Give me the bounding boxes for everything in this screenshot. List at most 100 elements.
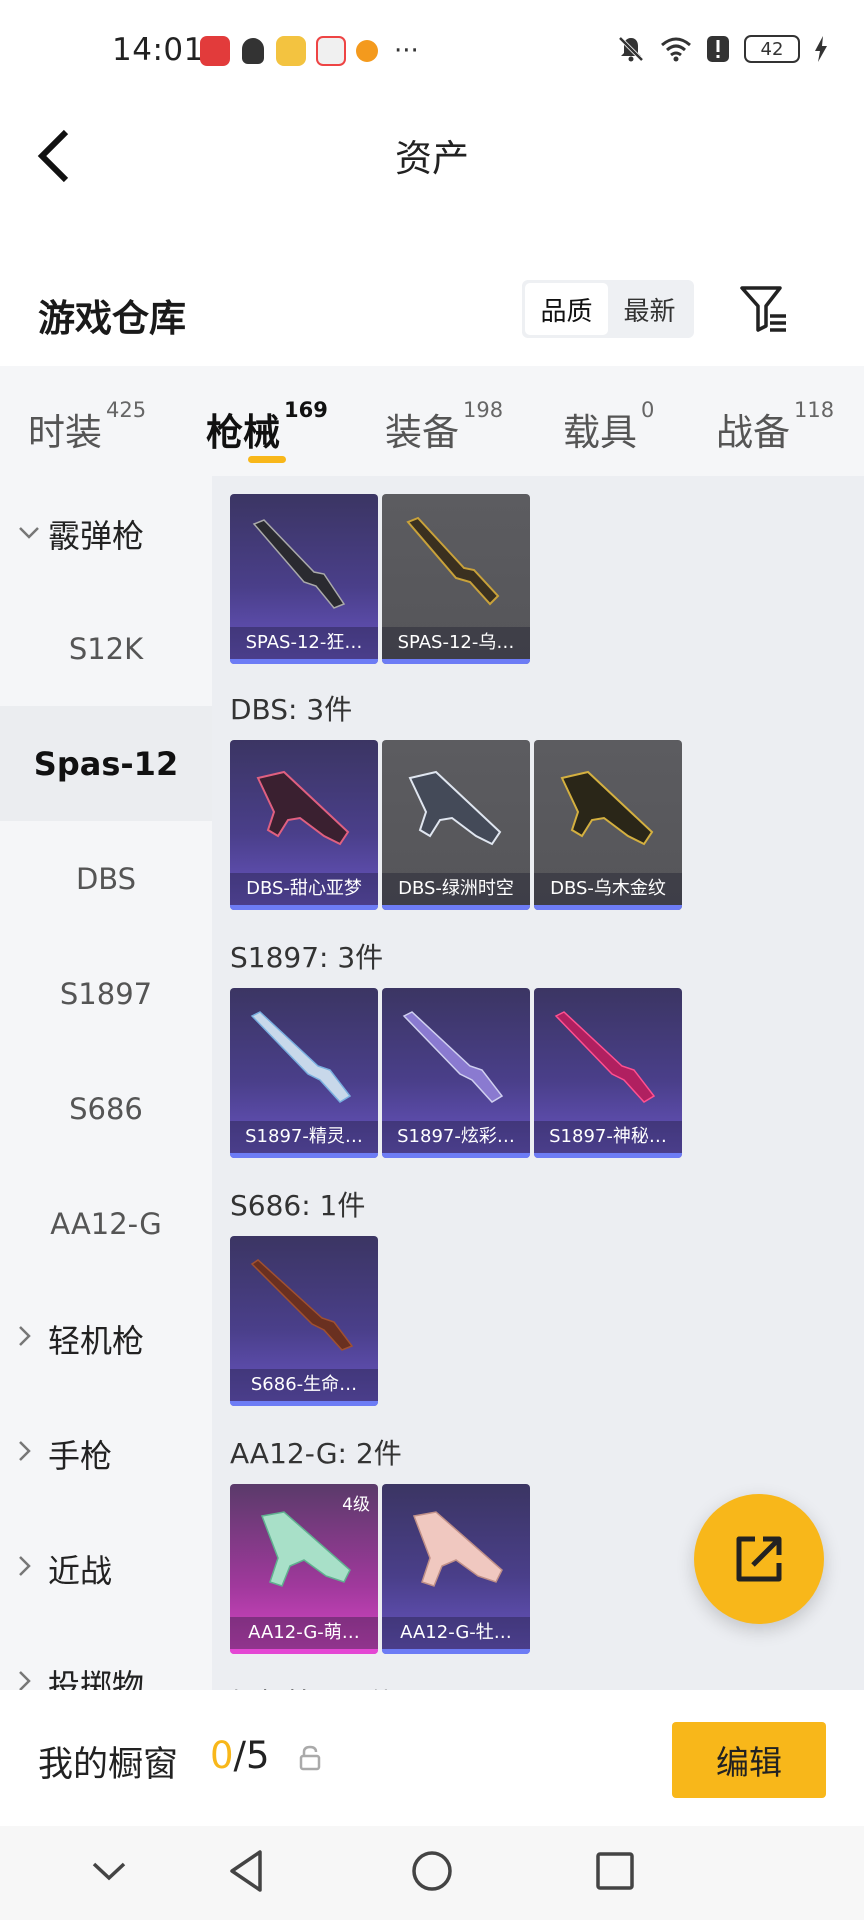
sort-option-quality[interactable]: 品质 (525, 283, 608, 335)
weapon-card-label: DBS-绿洲时空 (382, 873, 530, 905)
sidebar-item-aa12g[interactable]: AA12-G (0, 1166, 212, 1281)
weapon-card[interactable]: S686-生命… (230, 1236, 378, 1406)
square-recents-icon (596, 1852, 634, 1890)
rarity-bar (230, 1401, 378, 1406)
section-title: AA12-G: 2件 (230, 1437, 402, 1470)
circle-home-icon (412, 1851, 452, 1891)
weapon-card[interactable]: SPAS-12-乌… (382, 494, 530, 664)
page-title: 资产 (395, 137, 469, 180)
weapon-card-label: SPAS-12-乌… (382, 627, 530, 659)
edit-button[interactable]: 编辑 (672, 1722, 826, 1798)
showcase-count: 0/5 (210, 1734, 270, 1777)
box-app-icon (316, 36, 346, 66)
weapon-card[interactable]: AA12-G-牡… (382, 1484, 530, 1654)
sidebar-item-s12k[interactable]: S12K (0, 591, 212, 706)
triangle-back-icon (230, 1850, 262, 1892)
category-tabs: 时装425 枪械169 装备198 载具0 战备118 (0, 366, 864, 476)
system-nav-bar (0, 1826, 864, 1920)
sidebar-item-s686[interactable]: S686 (0, 1051, 212, 1166)
weapon-card-label: S1897-神秘… (534, 1121, 682, 1153)
shotgun-image-icon (402, 1011, 504, 1103)
rarity-bar (230, 1649, 378, 1654)
section-title: 轻机枪: 13件 (230, 1682, 396, 1690)
nav-back-button[interactable] (222, 1846, 272, 1896)
rarity-bar (382, 659, 530, 664)
sort-option-newest[interactable]: 最新 (608, 283, 691, 335)
weapon-card-label: S1897-精灵… (230, 1121, 378, 1153)
rifle-image-icon (260, 1511, 351, 1587)
status-bar: 14:01 ··· 42 (0, 0, 864, 104)
weapon-card[interactable]: DBS-乌木金纹 (534, 740, 682, 910)
status-time: 14:01 (112, 32, 204, 68)
rarity-bar (230, 905, 378, 910)
charging-icon (815, 36, 827, 62)
sidebar-item-dbs[interactable]: DBS (0, 821, 212, 936)
warehouse-title: 游戏仓库 (38, 297, 186, 340)
rifle-image-icon (412, 1511, 503, 1587)
rarity-bar (230, 659, 378, 664)
shotgun-image-icon (406, 516, 500, 606)
level-badge: 4级 (342, 1495, 370, 1515)
nav-home-button[interactable] (407, 1846, 457, 1896)
weapon-card-label: AA12-G-萌… (230, 1617, 378, 1649)
weapon-card-label: S1897-炫彩… (382, 1121, 530, 1153)
weapon-card[interactable]: SPAS-12-狂… (230, 494, 378, 664)
showcase-bar: 我的橱窗 0/5 编辑 (0, 1690, 864, 1826)
shotgun-image-icon (560, 770, 654, 846)
filter-button[interactable] (738, 282, 790, 336)
chevron-right-icon (18, 1325, 32, 1353)
sidebar-item-s1897[interactable]: S1897 (0, 936, 212, 1051)
section-title: S1897: 3件 (230, 941, 384, 974)
huawei-app-icon (200, 36, 230, 66)
weapon-card-label: DBS-乌木金纹 (534, 873, 682, 905)
share-fab[interactable] (694, 1494, 824, 1624)
tab-supplies[interactable]: 战备118 (716, 398, 834, 456)
chevron-down-icon (18, 521, 40, 546)
weapon-card-label: AA12-G-牡… (382, 1617, 530, 1649)
tab-fashion[interactable]: 时装425 (28, 398, 146, 456)
weapon-card-label: SPAS-12-狂… (230, 627, 378, 659)
wifi-icon (661, 37, 691, 62)
sidebar-group-throwable[interactable]: 投掷物 (0, 1626, 212, 1690)
sidebar-group-pistol[interactable]: 手枪 (0, 1396, 212, 1511)
rarity-bar (534, 905, 682, 910)
weapon-card-label: S686-生命… (230, 1369, 378, 1401)
sidebar-group-melee[interactable]: 近战 (0, 1511, 212, 1626)
weapon-card[interactable]: DBS-甜心亚梦 (230, 740, 378, 910)
external-link-icon (736, 1536, 782, 1582)
sidebar-group-lmg[interactable]: 轻机枪 (0, 1281, 212, 1396)
sidebar-group-shotgun[interactable]: 霰弹枪 (0, 476, 212, 591)
shotgun-image-icon (408, 770, 502, 846)
status-app-icons: ··· (200, 36, 419, 66)
rarity-bar (382, 1153, 530, 1158)
tab-vehicles[interactable]: 载具0 (563, 398, 654, 456)
battery-indicator: 42 (744, 35, 800, 63)
tab-equipment[interactable]: 装备198 (385, 398, 503, 456)
weapon-card[interactable]: 4级 AA12-G-萌… (230, 1484, 378, 1654)
rarity-bar (230, 1153, 378, 1158)
active-tab-indicator (248, 456, 286, 463)
nav-collapse-button[interactable] (84, 1846, 134, 1896)
section-title: S686: 1件 (230, 1189, 366, 1222)
showcase-label: 我的橱窗 (38, 1745, 179, 1785)
sort-toggle: 品质 最新 (522, 280, 694, 338)
chevron-right-icon (18, 1440, 32, 1468)
more-notifications-icon: ··· (394, 36, 419, 66)
weapon-card[interactable]: S1897-炫彩… (382, 988, 530, 1158)
alert-icon (707, 36, 729, 62)
shotgun-image-icon (256, 770, 350, 846)
yellow-app-icon (276, 36, 306, 66)
shotgun-image-icon (250, 1011, 352, 1103)
sidebar-item-spas12[interactable]: Spas-12 (0, 706, 212, 821)
lock-icon (299, 1745, 321, 1771)
weapon-card[interactable]: DBS-绿洲时空 (382, 740, 530, 910)
weapon-card[interactable]: S1897-精灵… (230, 988, 378, 1158)
shotgun-image-icon (250, 1259, 354, 1351)
chevron-right-icon (18, 1670, 32, 1690)
mute-icon (618, 36, 644, 62)
weapon-card[interactable]: S1897-神秘… (534, 988, 682, 1158)
shotgun-image-icon (554, 1011, 656, 1103)
tab-weapons[interactable]: 枪械169 (206, 398, 328, 456)
chevron-right-icon (18, 1555, 32, 1583)
nav-recents-button[interactable] (590, 1846, 640, 1896)
